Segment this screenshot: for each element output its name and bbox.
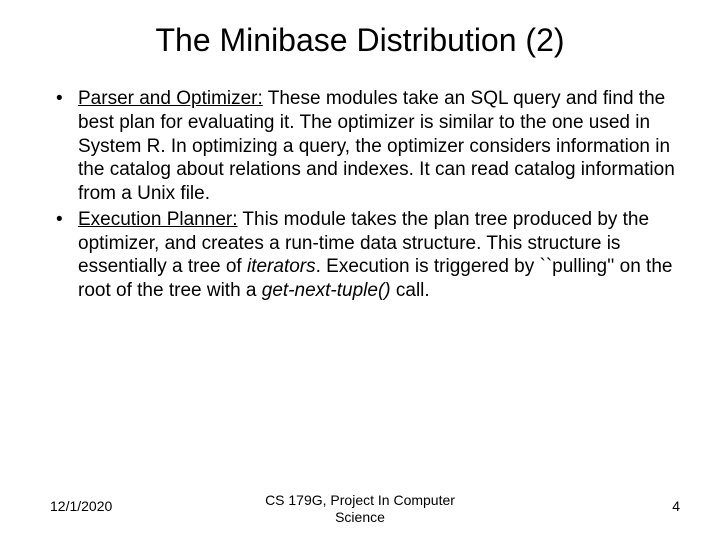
bullet-item: Parser and Optimizer: These modules take…: [50, 87, 690, 206]
slide-content: Parser and Optimizer: These modules take…: [0, 69, 720, 303]
bullet-heading: Execution Planner:: [78, 209, 238, 230]
bullet-item: Execution Planner: This module takes the…: [50, 208, 690, 303]
footer-page-number: 4: [672, 498, 680, 514]
italic-term: get-next-tuple(): [262, 280, 391, 301]
slide: The Minibase Distribution (2) Parser and…: [0, 0, 720, 540]
slide-title: The Minibase Distribution (2): [0, 0, 720, 69]
bullet-body: call.: [391, 280, 430, 301]
footer-center: CS 179G, Project In Computer Science: [0, 492, 720, 526]
footer-center-line1: CS 179G, Project In Computer: [265, 492, 455, 508]
bullet-heading: Parser and Optimizer:: [78, 88, 263, 109]
bullet-list: Parser and Optimizer: These modules take…: [50, 87, 690, 303]
footer-center-line2: Science: [335, 509, 385, 525]
italic-term: iterators: [247, 256, 316, 277]
